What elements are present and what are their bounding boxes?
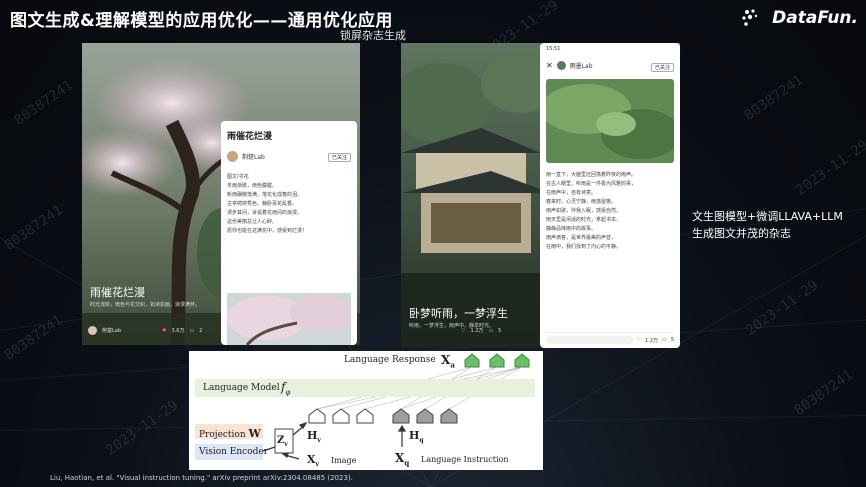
- article-body: 图文/寻花 冬雨渐歇，雨色朦胧。 新雨碾散落满，落花化成春的泪。 古亭娉婷秀色，…: [227, 173, 351, 236]
- llava-architecture-diagram: Language Response Xa Language Model fφ P…: [189, 351, 543, 470]
- datafun-logo: DataFun.: [741, 8, 858, 28]
- article-line: 雨一直下，大脑里还回荡着昨夜的雨声。: [546, 172, 637, 178]
- article-line: 这份美丽总让人心醉。: [227, 219, 278, 225]
- author-name: 荆楚Lab: [102, 328, 122, 334]
- comment-count: 2: [199, 327, 203, 334]
- heart-icon[interactable]: ♥: [162, 328, 166, 334]
- article-author-row: ✕ 雨墨Lab: [546, 61, 593, 70]
- heart-icon[interactable]: ♡: [637, 337, 641, 343]
- article-line: 雨声如歌，伴我入眠，感受自然。: [546, 208, 622, 214]
- article-footer: ♡ 1.2万 ▭ 5: [546, 332, 674, 344]
- follow-button[interactable]: 已关注: [327, 153, 351, 162]
- comment-count: 5: [670, 337, 674, 343]
- right-article-screen: 15:51 ✕ 雨墨Lab 已关注 雨一直下，大脑里还回荡着昨夜的雨声。 在古人…: [540, 43, 680, 348]
- article-line: 新雨碾散落满，落花化成春的泪。: [227, 192, 303, 198]
- language-instruction-label: Language Instruction: [421, 455, 509, 464]
- article-line: 在雨中，我们找到了内心的平静。: [546, 244, 622, 250]
- left-article-screen: 雨催花烂漫 荆楚Lab 已关注 图文/寻花 冬雨渐歇，雨色朦胧。 新雨碾散落满，…: [221, 121, 357, 345]
- f-phi-symbol: fφ: [281, 380, 291, 397]
- like-count: 1.2万: [645, 337, 659, 344]
- comment-icon[interactable]: ▭: [189, 328, 194, 334]
- avatar[interactable]: [556, 61, 566, 70]
- zv-symbol: Zv: [277, 435, 288, 448]
- xq-symbol: Xq: [395, 451, 410, 468]
- article-image: [227, 293, 351, 345]
- comment-icon[interactable]: ▭: [662, 337, 667, 343]
- article-line: 愿你也能在这满花中，感受到烂漫！: [227, 228, 308, 234]
- avatar[interactable]: [88, 326, 97, 335]
- follow-button[interactable]: 已关注: [650, 63, 674, 72]
- article-line: 古亭娉婷秀色，静卧百花乱香。: [227, 201, 298, 207]
- slide-title: 图文生成&理解模型的应用优化——通用优化应用: [10, 11, 393, 31]
- xv-symbol: Xv: [307, 453, 320, 469]
- right-cover-title: 卧梦听雨，一梦浮生: [409, 307, 508, 320]
- article-line: 雨声滴答，是世界最美的声音，: [546, 235, 617, 241]
- article-image: [546, 79, 674, 163]
- vision-encoder-label: Vision Encoder: [199, 447, 269, 457]
- logo-text: DataFun.: [772, 8, 858, 28]
- article-body: 雨一直下，大脑里还回荡着昨夜的雨声。 在古人眼里，听雨是一件极为风雅的事， 在雨…: [546, 171, 674, 252]
- left-magazine-panel: 雨催花烂漫 时光流转，雨色与花交织，如诗如画，浪漫满怀。 荆楚Lab ♥ 3.6…: [82, 43, 360, 345]
- hv-symbol: Hv: [307, 429, 321, 445]
- article-line: 图文/寻花: [227, 174, 249, 180]
- status-time: 15:51: [546, 46, 561, 52]
- hq-symbol: Hq: [409, 429, 424, 445]
- author-name: 雨墨Lab: [569, 63, 593, 70]
- heart-icon[interactable]: ♡: [461, 328, 465, 334]
- language-model-label: Language Model: [203, 383, 280, 393]
- left-cover-caption: 时光流转，雨色与花交织，如诗如画，浪漫满怀。: [90, 302, 201, 308]
- article-line: 雨天里是闲适的时光，拿起书本，: [546, 217, 622, 223]
- like-count: 3.6万: [171, 328, 185, 334]
- article-line: 冬雨渐歇，雨色朦胧。: [227, 183, 278, 189]
- slide-subtitle: 锁屏杂志生成: [340, 29, 406, 42]
- article-line: 在古人眼里，听雨是一件极为风雅的事，: [546, 181, 637, 187]
- left-cover-title: 雨催花烂漫: [90, 286, 145, 299]
- left-cover-meta: 荆楚Lab ♥ 3.6万 ▭ 2: [88, 326, 202, 335]
- projection-label: Projection W: [199, 427, 261, 440]
- side-description: 文生图模型+微调LLAVA+LLM 生成图文并茂的杂志: [692, 210, 843, 240]
- author-name: 荆楚Lab: [242, 154, 265, 161]
- comment-icon[interactable]: ▭: [488, 328, 493, 334]
- article-line: 漫步其间，诉说着花雨间的浪漫。: [227, 210, 303, 216]
- image-label: Image: [331, 456, 357, 465]
- comment-count: 5: [498, 327, 502, 334]
- article-title: 雨催花烂漫: [227, 132, 273, 142]
- datafun-logo-icon: [742, 9, 758, 26]
- avatar[interactable]: [227, 151, 238, 162]
- article-line: 春来时，心灵宁静，雨落屋檐。: [546, 199, 617, 205]
- article-author-row: 荆楚Lab: [227, 151, 265, 162]
- like-count: 1.2万: [470, 328, 484, 334]
- right-magazine-panel: 卧梦听雨，一梦浮生 听雨，一梦浮生，雨声中，静享时光。 ♡ 1.2万 ▭ 5 1…: [401, 43, 680, 348]
- article-line: 静静品味雨中的故事。: [546, 226, 597, 232]
- citation: Liu, Haotian, et al. "Visual instruction…: [50, 474, 353, 482]
- article-line: 在雨声中，自有诗意。: [546, 190, 597, 196]
- comment-input[interactable]: [546, 336, 633, 344]
- right-cover-meta: ♡ 1.2万 ▭ 5: [461, 327, 502, 335]
- close-icon[interactable]: ✕: [546, 61, 553, 70]
